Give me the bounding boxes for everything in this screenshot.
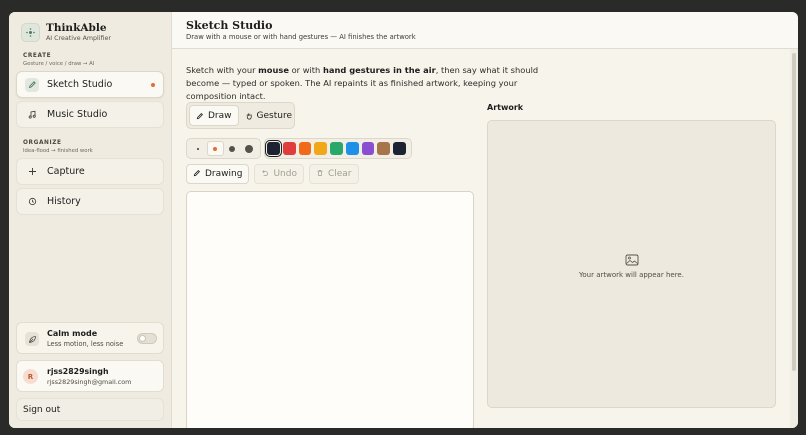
color-swatch[interactable] <box>314 142 328 155</box>
image-icon <box>625 251 639 270</box>
calm-mode-card: Calm mode Less motion, less noise <box>16 322 164 354</box>
scrollbar[interactable] <box>790 49 798 428</box>
mode-label: Draw <box>208 110 232 121</box>
artwork-panel: Your artwork will appear here. <box>487 120 776 408</box>
drawing-tool-button[interactable]: Drawing <box>186 164 250 184</box>
user-email: rjss2829singh@gmail.com <box>47 378 132 386</box>
calm-mode-toggle[interactable] <box>137 333 157 344</box>
leaf-icon <box>25 332 39 346</box>
brush-size-picker <box>186 138 261 159</box>
color-swatch[interactable] <box>282 142 296 155</box>
page-subtitle: Draw with a mouse or with hand gestures … <box>186 33 416 41</box>
avatar: R <box>23 369 38 384</box>
trash-icon <box>316 169 324 179</box>
user-name: rjss2829singh <box>47 367 109 376</box>
intro-text-bold: hand gestures in the air <box>322 65 436 75</box>
color-swatch[interactable] <box>298 142 312 155</box>
color-swatch[interactable] <box>345 142 359 155</box>
sidebar-item-label: Capture <box>47 166 85 177</box>
sidebar-item-label: Music Studio <box>47 109 108 120</box>
main-content: Sketch Studio Draw with a mouse or with … <box>172 12 798 428</box>
color-swatch[interactable] <box>393 142 407 155</box>
page-title: Sketch Studio <box>186 19 273 32</box>
pencil-icon <box>196 112 204 120</box>
pencil-icon <box>25 77 39 92</box>
header: Sketch Studio Draw with a mouse or with … <box>172 12 798 49</box>
undo-icon <box>261 169 269 179</box>
undo-button[interactable]: Undo <box>254 164 304 184</box>
history-icon <box>25 195 39 209</box>
logo-icon <box>21 23 40 42</box>
action-label: Clear <box>327 169 352 179</box>
brand: ThinkAble AI Creative Amplifier <box>21 22 111 43</box>
mode-gesture-button[interactable]: Gesture <box>239 105 298 126</box>
clear-button[interactable]: Clear <box>308 164 359 184</box>
toggle-knob <box>139 335 146 342</box>
app-window: ThinkAble AI Creative Amplifier CREATE G… <box>9 12 798 428</box>
sidebar-item-sketch-studio[interactable]: Sketch Studio <box>16 71 164 98</box>
plus-icon <box>25 165 39 179</box>
sidebar-item-music-studio[interactable]: Music Studio <box>16 101 164 128</box>
brand-tagline: AI Creative Amplifier <box>46 35 111 42</box>
music-note-icon <box>25 108 39 122</box>
mode-label: Gesture <box>256 110 292 121</box>
section-organize-sub: Idea-flood → finished work <box>23 148 93 154</box>
mode-draw-button[interactable]: Draw <box>189 105 239 126</box>
brand-name: ThinkAble <box>46 22 107 34</box>
active-indicator <box>151 83 155 87</box>
action-label: Drawing <box>205 169 243 179</box>
brush-size-xs[interactable] <box>190 141 207 156</box>
brush-size-md[interactable] <box>224 141 241 156</box>
sidebar: ThinkAble AI Creative Amplifier CREATE G… <box>9 12 172 428</box>
section-create-sub: Gesture / voice / draw → AI <box>23 61 95 67</box>
canvas-actions: Drawing Undo Clear <box>186 164 364 184</box>
sidebar-item-history[interactable]: History <box>16 188 164 215</box>
calm-mode-title: Calm mode <box>47 329 98 338</box>
intro-text: Sketch with your mouse or with hand gest… <box>186 64 566 103</box>
color-swatch[interactable] <box>361 142 375 155</box>
artwork-label: Artwork <box>487 103 524 112</box>
brush-size-lg[interactable] <box>240 141 257 156</box>
sidebar-item-capture[interactable]: Capture <box>16 158 164 185</box>
artwork-placeholder: Your artwork will appear here. <box>579 271 684 279</box>
drawing-canvas[interactable] <box>186 191 474 428</box>
color-swatch[interactable] <box>265 140 282 157</box>
section-create-label: CREATE <box>23 53 52 59</box>
intro-text-part: or with <box>288 65 323 75</box>
scrollbar-thumb[interactable] <box>792 53 796 371</box>
sidebar-item-label: Sketch Studio <box>47 79 113 90</box>
section-organize-label: ORGANIZE <box>23 140 62 146</box>
intro-text-part: Sketch with your <box>186 65 259 75</box>
hand-icon <box>245 112 253 120</box>
brush-size-sm[interactable] <box>206 141 224 156</box>
sign-out-button[interactable]: Sign out <box>16 398 164 421</box>
color-swatch[interactable] <box>377 142 391 155</box>
sidebar-item-label: History <box>47 196 81 207</box>
input-mode-toggle: Draw Gesture <box>186 102 295 129</box>
action-label: Undo <box>273 169 297 179</box>
color-swatch[interactable] <box>330 142 343 155</box>
user-card[interactable]: R rjss2829singh rjss2829singh@gmail.com <box>16 360 164 392</box>
color-palette <box>264 138 412 159</box>
calm-mode-subtitle: Less motion, less noise <box>47 340 124 348</box>
pencil-icon <box>193 169 201 179</box>
intro-text-bold: mouse <box>258 65 289 75</box>
